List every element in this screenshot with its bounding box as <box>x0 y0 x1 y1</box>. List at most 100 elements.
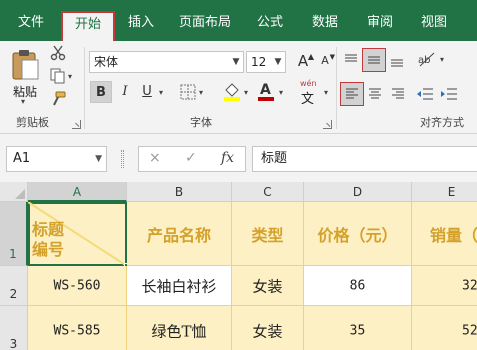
font-size-combo[interactable]: 12 ▼ <box>246 51 286 73</box>
row-header-1[interactable]: 1 <box>0 202 28 266</box>
tab-page-layout[interactable]: 页面布局 <box>174 11 236 41</box>
fill-color-swatch <box>224 97 240 101</box>
row-header-2[interactable]: 2 <box>0 266 28 306</box>
insert-function-icon[interactable]: fx <box>221 150 234 166</box>
increase-indent-icon[interactable] <box>440 86 458 102</box>
underline-button[interactable]: U <box>136 81 158 103</box>
middle-align-icon <box>368 56 380 64</box>
tab-file[interactable]: 文件 <box>12 11 50 41</box>
tab-data[interactable]: 数据 <box>305 11 345 41</box>
cell-b1[interactable]: 产品名称 <box>127 202 232 266</box>
orientation-icon[interactable]: ab <box>416 50 436 68</box>
fill-color-dropdown-icon[interactable]: ▾ <box>244 88 248 97</box>
column-header-e[interactable]: E <box>412 182 477 202</box>
align-right-icon <box>392 88 404 99</box>
column-header-c[interactable]: C <box>232 182 304 202</box>
paste-button[interactable]: 粘贴 ▾ <box>8 45 42 106</box>
cell-a2[interactable]: WS-560 <box>28 266 127 306</box>
cell-c1[interactable]: 类型 <box>232 202 304 266</box>
cell-c2[interactable]: 女装 <box>232 266 304 306</box>
row-number: 3 <box>9 337 18 350</box>
row-number: 2 <box>9 287 18 301</box>
font-group-label: 字体 <box>190 116 212 129</box>
cell-text: 35 <box>349 323 366 338</box>
cell-text: 86 <box>349 278 366 293</box>
clipboard-dialog-launcher[interactable] <box>72 120 81 129</box>
format-painter-icon[interactable] <box>50 91 66 107</box>
cell-text: 女装 <box>252 277 283 295</box>
cell-d3[interactable]: 35 <box>304 306 412 350</box>
cell-e1[interactable]: 销量（ <box>412 202 477 266</box>
cell-d1[interactable]: 价格（元） <box>304 202 412 266</box>
underline-dropdown-icon[interactable]: ▾ <box>159 88 163 97</box>
cell-b2[interactable]: 长袖白衬衫 <box>127 266 232 306</box>
cell-text: 产品名称 <box>146 225 211 245</box>
phonetic-dropdown-icon[interactable]: ▾ <box>324 88 328 97</box>
alignment-group-label: 对齐方式 <box>420 116 464 129</box>
font-name-combo[interactable]: 宋体 ▼ <box>89 51 244 73</box>
tab-view[interactable]: 视图 <box>414 11 454 41</box>
name-box[interactable]: A1 ▼ <box>6 146 107 172</box>
top-align-button[interactable] <box>340 49 362 71</box>
tab-insert[interactable]: 插入 <box>122 11 160 41</box>
ribbon-body: 粘贴 ▾ ▾ 剪贴板 宋体 ▼ 12 ▼ A ▲ A ▼ B I U ▾ ▾ ▾… <box>0 41 477 134</box>
italic-button[interactable]: I <box>114 81 136 103</box>
align-left-icon <box>346 88 358 99</box>
bottom-align-icon <box>391 59 403 67</box>
shrink-font-icon: A <box>321 54 329 67</box>
font-color-dropdown-icon[interactable]: ▾ <box>279 88 283 97</box>
grow-font-icon: A <box>297 52 309 70</box>
formula-input[interactable]: 标题 <box>252 146 477 172</box>
font-size-value: 12 <box>251 55 267 69</box>
enter-icon[interactable]: ✓ <box>185 150 197 166</box>
select-all-corner[interactable] <box>0 182 28 202</box>
cell-a3[interactable]: WS-585 <box>28 306 127 350</box>
font-color-button[interactable]: A <box>256 81 276 103</box>
font-name-value: 宋体 <box>94 55 119 69</box>
group-divider <box>84 47 85 129</box>
borders-icon[interactable] <box>180 84 196 100</box>
underline-icon: U <box>142 84 152 99</box>
cell-text: 价格（元） <box>317 225 398 245</box>
font-color-icon: A <box>260 82 271 98</box>
cell-b3[interactable]: 绿色T恤 <box>127 306 232 350</box>
cell-a1[interactable]: 标题 编号 <box>28 202 130 269</box>
align-right-button[interactable] <box>387 83 409 105</box>
cell-c3[interactable]: 女装 <box>232 306 304 350</box>
row-header-3[interactable]: 3 <box>0 306 28 350</box>
bottom-align-button[interactable] <box>386 49 408 71</box>
phonetic-guide-button[interactable]: wén 文 <box>298 79 324 107</box>
copy-icon[interactable] <box>50 68 66 84</box>
font-dialog-launcher[interactable] <box>323 120 332 129</box>
shrink-font-button[interactable]: A ▼ <box>314 50 336 72</box>
cell-text: 长袖白衬衫 <box>141 277 217 295</box>
phonetic-char-icon: 文 <box>301 92 315 107</box>
cancel-icon[interactable]: × <box>149 150 161 166</box>
cut-icon[interactable] <box>50 45 66 61</box>
align-left-button[interactable] <box>340 82 364 106</box>
tab-home[interactable]: 开始 <box>61 11 115 41</box>
align-center-button[interactable] <box>364 83 386 105</box>
row-number: 1 <box>9 247 17 261</box>
column-header-d[interactable]: D <box>304 182 412 202</box>
cell-a1-bottom-text: 编号 <box>32 240 65 259</box>
tab-review[interactable]: 审阅 <box>360 11 400 41</box>
tab-formulas[interactable]: 公式 <box>250 11 290 41</box>
cell-e2[interactable]: 32 <box>412 266 477 306</box>
column-header-a[interactable]: A <box>28 182 127 202</box>
column-header-b[interactable]: B <box>127 182 232 202</box>
cell-e3[interactable]: 52 <box>412 306 477 350</box>
cell-text: 女装 <box>252 322 283 340</box>
bold-button[interactable]: B <box>90 81 112 103</box>
clipboard-group-label: 剪贴板 <box>16 116 49 129</box>
grow-font-button[interactable]: A ▲ <box>292 50 314 72</box>
worksheet-grid: A B C D E 1 2 3 标题 编号 产品名称 类型 价格（元） 销量（ … <box>0 182 477 350</box>
fill-color-icon[interactable] <box>222 82 242 102</box>
cell-d2[interactable]: 86 <box>304 266 412 306</box>
cell-text: 销量（ <box>430 225 477 245</box>
orientation-dropdown-icon[interactable]: ▾ <box>440 55 444 64</box>
borders-dropdown-icon[interactable]: ▾ <box>199 88 203 97</box>
copy-dropdown-icon[interactable]: ▾ <box>68 72 72 81</box>
middle-align-button[interactable] <box>362 48 386 72</box>
decrease-indent-icon[interactable] <box>416 86 434 102</box>
